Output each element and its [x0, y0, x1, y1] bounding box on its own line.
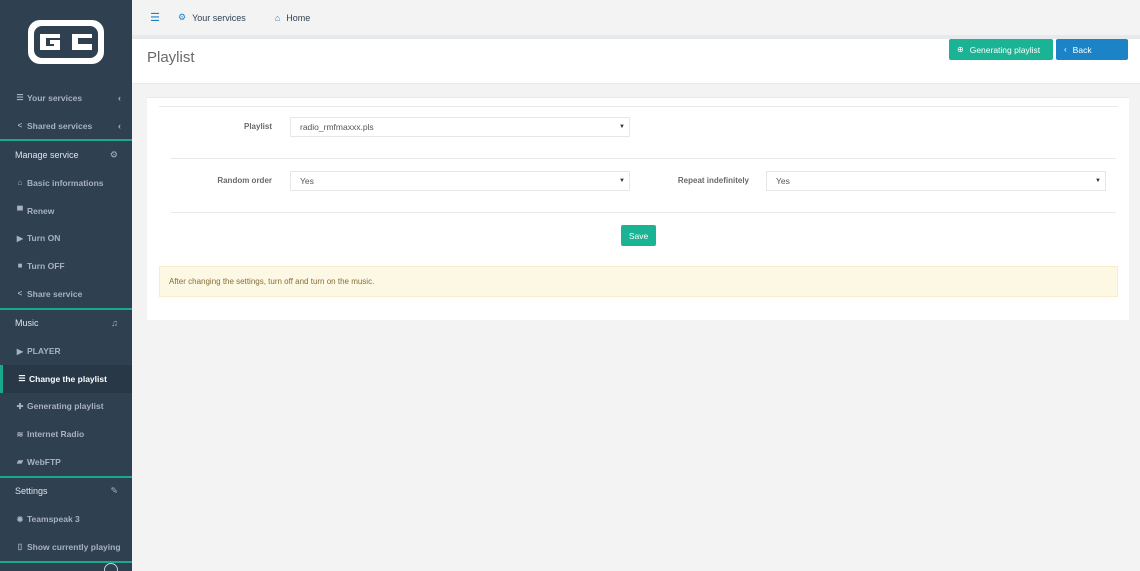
gear-icon: ✹: [16, 514, 24, 524]
nav-link-your-services[interactable]: ⚙ Your services: [178, 12, 246, 23]
sidebar-item-change-the-playlist[interactable]: ☰ Change the playlist: [0, 364, 132, 393]
back-button[interactable]: ‹ Back: [1056, 39, 1128, 60]
button-label: Generating playlist: [969, 44, 1041, 55]
sidebar-item-label: PLAYER: [27, 346, 61, 357]
playlist-label: Playlist: [243, 122, 272, 131]
sidebar-item-label: Basic informations: [27, 177, 104, 188]
sidebar-item-share-service[interactable]: < Share service: [0, 280, 132, 308]
home-icon: ⌂: [17, 178, 23, 188]
sidebar-item-label: Change the playlist: [29, 373, 107, 384]
chevron-left-icon: ‹: [1064, 45, 1067, 54]
divider: [171, 158, 1116, 159]
sidebar-item-shared-services[interactable]: < Shared services ‹: [0, 112, 132, 140]
cogs-icon: ⚙: [109, 149, 118, 160]
playlist-select[interactable]: radio_rmfmaxxx.pls ▼: [290, 117, 630, 137]
sidebar-item-renew[interactable]: ▀ Renew: [0, 197, 132, 225]
nav-link-label: Your services: [192, 12, 246, 23]
section-label: Music: [15, 318, 39, 329]
sidebar: ☰ Your services ‹ < Shared services ‹ Ma…: [0, 0, 132, 571]
sidebar-item-label: Share service: [27, 288, 83, 299]
dropdown-arrow-icon: ▼: [1095, 178, 1101, 184]
save-button[interactable]: Save: [621, 225, 656, 246]
sidebar-section-music: Music ♫: [0, 310, 132, 338]
generating-playlist-button[interactable]: ⊕ Generating playlist: [949, 39, 1053, 60]
rss-icon: ≋: [16, 429, 24, 439]
divider: [159, 106, 1118, 107]
select-value: Yes: [776, 176, 790, 186]
music-icon: ♫: [111, 318, 118, 329]
sidebar-item-label: Internet Radio: [27, 429, 85, 440]
sidebar-item-webftp[interactable]: ▰ WebFTP: [0, 448, 132, 476]
top-navbar: ☰ ⚙ Your services ⌂ Home: [132, 0, 1140, 36]
play-icon: ▶: [16, 346, 24, 356]
sidebar-item-label: Teamspeak 3: [27, 514, 80, 525]
sidebar-item-generating-playlist[interactable]: ✚ Generating playlist: [0, 393, 132, 421]
sidebar-item-label: Show currently playing: [27, 541, 121, 552]
chevron-left-icon: ‹: [118, 92, 121, 103]
sidebar-item-label: WebFTP: [27, 456, 61, 467]
sidebar-item-turn-off[interactable]: ■ Turn OFF: [0, 252, 132, 280]
logo[interactable]: [0, 0, 132, 84]
sidebar-item-player[interactable]: ▶ PLAYER: [0, 337, 132, 365]
list-icon: ☰: [16, 93, 24, 103]
chevron-left-icon: ‹: [118, 120, 121, 131]
alert-text: After changing the settings, turn off an…: [169, 277, 375, 286]
file-icon: ▯: [17, 542, 23, 552]
button-label: Back: [1072, 44, 1092, 55]
sidebar-item-label: Turn ON: [27, 233, 61, 244]
select-value: radio_rmfmaxxx.pls: [300, 122, 374, 132]
sidebar-item-your-services[interactable]: ☰ Your services ‹: [0, 84, 132, 112]
plus-circle-icon: ✚: [16, 401, 24, 411]
section-label: Manage service: [15, 150, 79, 161]
sidebar-item-basic-informations[interactable]: ⌂ Basic informations: [0, 169, 132, 197]
bars-icon: ☰: [18, 374, 26, 384]
play-icon: ▶: [16, 233, 24, 243]
home-icon: ⌂: [274, 12, 281, 23]
sidebar-section-manage-service: Manage service ⚙: [0, 141, 132, 169]
brand-logo-icon: [28, 20, 104, 64]
plus-circle-icon: ⊕: [957, 45, 964, 54]
cogs-icon: ⚙: [178, 12, 187, 22]
repeat-indefinitely-select[interactable]: Yes ▼: [766, 171, 1106, 191]
share-icon: <: [17, 121, 23, 131]
nav-link-label: Home: [286, 12, 311, 23]
nav-link-home[interactable]: ⌂ Home: [275, 13, 310, 23]
sidebar-item-label: Generating playlist: [27, 401, 104, 412]
repeat-indefinitely-label: Repeat indefinitely: [677, 176, 749, 185]
folder-icon: ▰: [16, 457, 24, 467]
stop-icon: ■: [17, 261, 23, 271]
page-title: Playlist: [147, 49, 195, 66]
dropdown-arrow-icon: ▼: [619, 124, 625, 130]
sidebar-item-label: Renew: [27, 205, 55, 216]
sidebar-section-settings: Settings ✎: [0, 478, 132, 506]
sidebar-item-internet-radio[interactable]: ≋ Internet Radio: [0, 420, 132, 448]
cart-icon: ▀: [17, 206, 23, 216]
sidebar-item-label: Turn OFF: [27, 260, 65, 271]
random-order-select[interactable]: Yes ▼: [290, 171, 630, 191]
page-heading: Playlist ⊕ Generating playlist ‹ Back: [132, 39, 1140, 84]
warning-alert: After changing the settings, turn off an…: [159, 266, 1118, 297]
dropdown-arrow-icon: ▼: [619, 178, 625, 184]
section-label: Settings: [15, 486, 48, 497]
playlist-settings-panel: Playlist radio_rmfmaxxx.pls ▼ Random ord…: [147, 97, 1129, 320]
circle-icon: [104, 563, 118, 571]
divider: [171, 212, 1116, 213]
sidebar-item-turn-on[interactable]: ▶ Turn ON: [0, 224, 132, 252]
sidebar-item-label: Shared services: [27, 120, 93, 131]
select-value: Yes: [300, 176, 314, 186]
sidebar-item-label: Your services: [27, 92, 83, 103]
sidebar-item-show-currently-playing[interactable]: ▯ Show currently playing: [0, 533, 132, 561]
wrench-icon: ✎: [110, 485, 118, 496]
sidebar-item-teamspeak-3[interactable]: ✹ Teamspeak 3: [0, 505, 132, 533]
menu-toggle-icon[interactable]: ☰: [132, 11, 178, 24]
share-icon: <: [17, 289, 23, 299]
random-order-label: Random order: [217, 176, 272, 185]
